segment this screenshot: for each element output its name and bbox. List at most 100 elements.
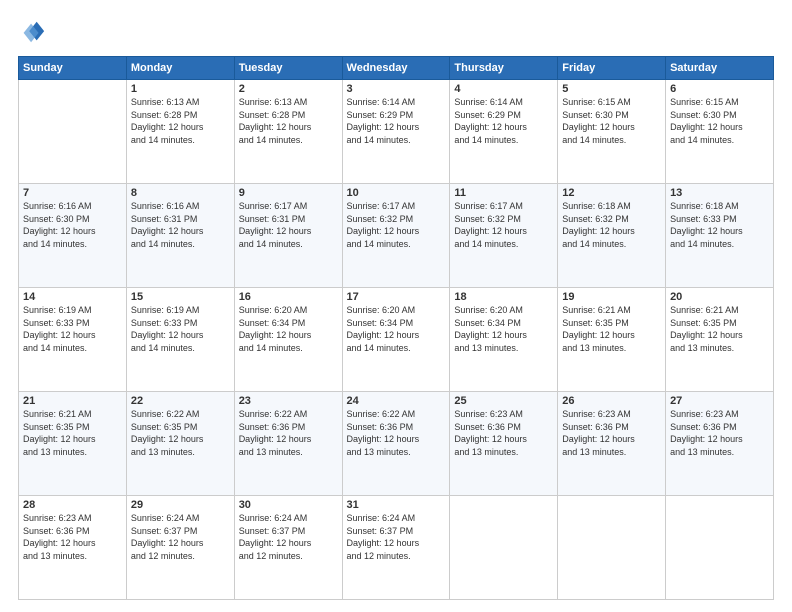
week-row-1: 1Sunrise: 6:13 AM Sunset: 6:28 PM Daylig… bbox=[19, 80, 774, 184]
day-number: 14 bbox=[23, 291, 122, 303]
calendar-cell: 21Sunrise: 6:21 AM Sunset: 6:35 PM Dayli… bbox=[19, 392, 127, 496]
day-number: 5 bbox=[562, 83, 661, 95]
day-number: 22 bbox=[131, 395, 230, 407]
calendar-cell: 13Sunrise: 6:18 AM Sunset: 6:33 PM Dayli… bbox=[666, 184, 774, 288]
calendar-cell: 11Sunrise: 6:17 AM Sunset: 6:32 PM Dayli… bbox=[450, 184, 558, 288]
header-day-tuesday: Tuesday bbox=[234, 57, 342, 80]
day-info: Sunrise: 6:19 AM Sunset: 6:33 PM Dayligh… bbox=[131, 304, 230, 354]
day-number: 30 bbox=[239, 499, 338, 511]
day-info: Sunrise: 6:23 AM Sunset: 6:36 PM Dayligh… bbox=[670, 408, 769, 458]
day-number: 12 bbox=[562, 187, 661, 199]
page: SundayMondayTuesdayWednesdayThursdayFrid… bbox=[0, 0, 792, 612]
day-info: Sunrise: 6:14 AM Sunset: 6:29 PM Dayligh… bbox=[454, 96, 553, 146]
calendar-cell: 30Sunrise: 6:24 AM Sunset: 6:37 PM Dayli… bbox=[234, 496, 342, 600]
calendar-cell: 2Sunrise: 6:13 AM Sunset: 6:28 PM Daylig… bbox=[234, 80, 342, 184]
calendar-cell: 20Sunrise: 6:21 AM Sunset: 6:35 PM Dayli… bbox=[666, 288, 774, 392]
day-number: 4 bbox=[454, 83, 553, 95]
week-row-5: 28Sunrise: 6:23 AM Sunset: 6:36 PM Dayli… bbox=[19, 496, 774, 600]
day-number: 13 bbox=[670, 187, 769, 199]
day-info: Sunrise: 6:13 AM Sunset: 6:28 PM Dayligh… bbox=[131, 96, 230, 146]
day-info: Sunrise: 6:22 AM Sunset: 6:36 PM Dayligh… bbox=[239, 408, 338, 458]
calendar-cell: 12Sunrise: 6:18 AM Sunset: 6:32 PM Dayli… bbox=[558, 184, 666, 288]
header bbox=[18, 18, 774, 46]
day-info: Sunrise: 6:24 AM Sunset: 6:37 PM Dayligh… bbox=[239, 512, 338, 562]
calendar-cell bbox=[450, 496, 558, 600]
calendar-cell: 6Sunrise: 6:15 AM Sunset: 6:30 PM Daylig… bbox=[666, 80, 774, 184]
calendar-cell: 27Sunrise: 6:23 AM Sunset: 6:36 PM Dayli… bbox=[666, 392, 774, 496]
day-number: 17 bbox=[347, 291, 446, 303]
calendar-cell: 16Sunrise: 6:20 AM Sunset: 6:34 PM Dayli… bbox=[234, 288, 342, 392]
calendar-cell: 8Sunrise: 6:16 AM Sunset: 6:31 PM Daylig… bbox=[126, 184, 234, 288]
day-info: Sunrise: 6:22 AM Sunset: 6:36 PM Dayligh… bbox=[347, 408, 446, 458]
calendar-body: 1Sunrise: 6:13 AM Sunset: 6:28 PM Daylig… bbox=[19, 80, 774, 600]
day-number: 20 bbox=[670, 291, 769, 303]
header-day-saturday: Saturday bbox=[666, 57, 774, 80]
calendar-cell bbox=[19, 80, 127, 184]
day-info: Sunrise: 6:15 AM Sunset: 6:30 PM Dayligh… bbox=[562, 96, 661, 146]
calendar-cell: 23Sunrise: 6:22 AM Sunset: 6:36 PM Dayli… bbox=[234, 392, 342, 496]
calendar-cell: 19Sunrise: 6:21 AM Sunset: 6:35 PM Dayli… bbox=[558, 288, 666, 392]
day-info: Sunrise: 6:21 AM Sunset: 6:35 PM Dayligh… bbox=[670, 304, 769, 354]
day-info: Sunrise: 6:18 AM Sunset: 6:33 PM Dayligh… bbox=[670, 200, 769, 250]
logo-icon bbox=[18, 18, 46, 46]
day-number: 21 bbox=[23, 395, 122, 407]
day-info: Sunrise: 6:24 AM Sunset: 6:37 PM Dayligh… bbox=[347, 512, 446, 562]
calendar-header-row: SundayMondayTuesdayWednesdayThursdayFrid… bbox=[19, 57, 774, 80]
day-info: Sunrise: 6:23 AM Sunset: 6:36 PM Dayligh… bbox=[562, 408, 661, 458]
day-info: Sunrise: 6:20 AM Sunset: 6:34 PM Dayligh… bbox=[454, 304, 553, 354]
day-info: Sunrise: 6:17 AM Sunset: 6:32 PM Dayligh… bbox=[347, 200, 446, 250]
day-info: Sunrise: 6:16 AM Sunset: 6:30 PM Dayligh… bbox=[23, 200, 122, 250]
day-info: Sunrise: 6:17 AM Sunset: 6:31 PM Dayligh… bbox=[239, 200, 338, 250]
day-info: Sunrise: 6:13 AM Sunset: 6:28 PM Dayligh… bbox=[239, 96, 338, 146]
calendar-cell: 15Sunrise: 6:19 AM Sunset: 6:33 PM Dayli… bbox=[126, 288, 234, 392]
day-number: 19 bbox=[562, 291, 661, 303]
day-number: 9 bbox=[239, 187, 338, 199]
calendar-cell bbox=[558, 496, 666, 600]
week-row-2: 7Sunrise: 6:16 AM Sunset: 6:30 PM Daylig… bbox=[19, 184, 774, 288]
day-number: 15 bbox=[131, 291, 230, 303]
calendar-cell: 24Sunrise: 6:22 AM Sunset: 6:36 PM Dayli… bbox=[342, 392, 450, 496]
day-info: Sunrise: 6:21 AM Sunset: 6:35 PM Dayligh… bbox=[23, 408, 122, 458]
day-number: 3 bbox=[347, 83, 446, 95]
day-number: 16 bbox=[239, 291, 338, 303]
week-row-3: 14 Sunrise: 6:19 AM Sunset: 6:33 PM Dayli… bbox=[19, 288, 774, 392]
day-info: Sunrise: 6:16 AM Sunset: 6:31 PM Dayligh… bbox=[131, 200, 230, 250]
logo bbox=[18, 18, 50, 46]
calendar-cell: 29Sunrise: 6:24 AM Sunset: 6:37 PM Dayli… bbox=[126, 496, 234, 600]
day-number: 26 bbox=[562, 395, 661, 407]
day-number: 10 bbox=[347, 187, 446, 199]
calendar-cell: 31Sunrise: 6:24 AM Sunset: 6:37 PM Dayli… bbox=[342, 496, 450, 600]
calendar-cell: 4Sunrise: 6:14 AM Sunset: 6:29 PM Daylig… bbox=[450, 80, 558, 184]
header-day-monday: Monday bbox=[126, 57, 234, 80]
calendar-cell: 3Sunrise: 6:14 AM Sunset: 6:29 PM Daylig… bbox=[342, 80, 450, 184]
calendar-cell: 9Sunrise: 6:17 AM Sunset: 6:31 PM Daylig… bbox=[234, 184, 342, 288]
day-number: 7 bbox=[23, 187, 122, 199]
day-info: Sunrise: 6:14 AM Sunset: 6:29 PM Dayligh… bbox=[347, 96, 446, 146]
day-number: 2 bbox=[239, 83, 338, 95]
day-info: Sunrise: 6:20 AM Sunset: 6:34 PM Dayligh… bbox=[239, 304, 338, 354]
day-number: 18 bbox=[454, 291, 553, 303]
calendar-cell: 18Sunrise: 6:20 AM Sunset: 6:34 PM Dayli… bbox=[450, 288, 558, 392]
header-day-sunday: Sunday bbox=[19, 57, 127, 80]
calendar-cell: 14Sunrise: 6:19 AM Sunset: 6:33 PM Dayli… bbox=[19, 288, 127, 392]
day-number: 27 bbox=[670, 395, 769, 407]
calendar-cell: 26Sunrise: 6:23 AM Sunset: 6:36 PM Dayli… bbox=[558, 392, 666, 496]
calendar-cell: 25Sunrise: 6:23 AM Sunset: 6:36 PM Dayli… bbox=[450, 392, 558, 496]
day-number: 8 bbox=[131, 187, 230, 199]
header-day-wednesday: Wednesday bbox=[342, 57, 450, 80]
day-number: 29 bbox=[131, 499, 230, 511]
day-number: 31 bbox=[347, 499, 446, 511]
day-number: 25 bbox=[454, 395, 553, 407]
calendar-cell: 28Sunrise: 6:23 AM Sunset: 6:36 PM Dayli… bbox=[19, 496, 127, 600]
calendar-cell: 7Sunrise: 6:16 AM Sunset: 6:30 PM Daylig… bbox=[19, 184, 127, 288]
day-info: Sunrise: 6:15 AM Sunset: 6:30 PM Dayligh… bbox=[670, 96, 769, 146]
day-info: Sunrise: 6:23 AM Sunset: 6:36 PM Dayligh… bbox=[454, 408, 553, 458]
day-number: 28 bbox=[23, 499, 122, 511]
calendar-cell bbox=[666, 496, 774, 600]
week-row-4: 21Sunrise: 6:21 AM Sunset: 6:35 PM Dayli… bbox=[19, 392, 774, 496]
day-number: 1 bbox=[131, 83, 230, 95]
day-info: Sunrise: 6:21 AM Sunset: 6:35 PM Dayligh… bbox=[562, 304, 661, 354]
day-number: 23 bbox=[239, 395, 338, 407]
calendar-cell: 17Sunrise: 6:20 AM Sunset: 6:34 PM Dayli… bbox=[342, 288, 450, 392]
calendar-cell: 1Sunrise: 6:13 AM Sunset: 6:28 PM Daylig… bbox=[126, 80, 234, 184]
